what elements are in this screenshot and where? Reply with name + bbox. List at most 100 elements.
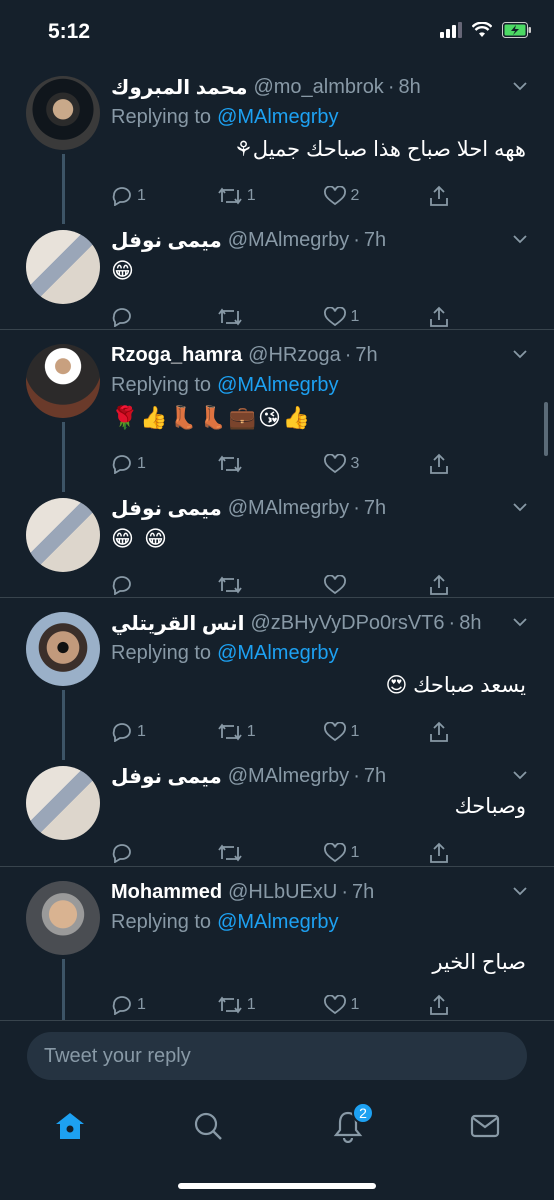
like-button[interactable]: 2 bbox=[323, 181, 429, 211]
retweet-button[interactable]: 1 bbox=[217, 181, 323, 211]
caret-down-icon[interactable] bbox=[512, 79, 528, 93]
tab-messages[interactable] bbox=[455, 1104, 515, 1148]
retweet-button[interactable] bbox=[217, 838, 323, 868]
display-name[interactable]: Rzoga_hamra bbox=[111, 344, 242, 367]
tweet-item[interactable]: ميمى نوفل @MAlmegrby · 7h 😁 😁 bbox=[0, 492, 554, 597]
tweet-actions: 1 1 1 bbox=[111, 990, 534, 1020]
display-name[interactable]: محمد المبروك bbox=[111, 75, 247, 100]
search-icon bbox=[194, 1112, 222, 1140]
retweet-button[interactable]: 1 bbox=[217, 990, 323, 1020]
tab-search[interactable] bbox=[178, 1104, 238, 1148]
display-name[interactable]: ميمى نوفل bbox=[111, 496, 222, 521]
separator-dot: · bbox=[448, 611, 456, 634]
caret-down-icon[interactable] bbox=[512, 884, 528, 898]
tweet-actions: 1 3 bbox=[111, 449, 534, 479]
caret-down-icon[interactable] bbox=[512, 232, 528, 246]
mention-link[interactable]: @MAlmegrby bbox=[217, 642, 338, 665]
display-name[interactable]: ميمى نوفل bbox=[111, 228, 222, 253]
separator-dot: · bbox=[387, 75, 395, 98]
mention-link[interactable]: @MAlmegrby bbox=[217, 106, 338, 129]
reply-button[interactable]: 1 bbox=[111, 181, 217, 211]
reply-input[interactable] bbox=[27, 1032, 527, 1080]
mention-link[interactable]: @MAlmegrby bbox=[217, 374, 338, 397]
retweet-icon bbox=[218, 576, 242, 594]
retweet-icon bbox=[218, 187, 242, 205]
tweet-item[interactable]: انس القريتلي @zBHyVyDPo0rsVT6 · 8h Reply… bbox=[0, 600, 554, 760]
reply-button[interactable] bbox=[111, 302, 217, 332]
share-button[interactable] bbox=[428, 990, 534, 1020]
like-count: 2 bbox=[350, 187, 360, 204]
battery-icon bbox=[502, 22, 531, 38]
handle: @mo_almbrok bbox=[253, 75, 384, 98]
like-button[interactable]: 1 bbox=[323, 990, 429, 1020]
tweet-item[interactable]: Mohammed @HLbUExU · 7h Replying to @MAlme… bbox=[0, 869, 554, 1020]
tweet-text: 😁 😁 bbox=[111, 526, 169, 551]
display-name[interactable]: Mohammed bbox=[111, 881, 222, 904]
reply-button[interactable]: 1 bbox=[111, 717, 217, 747]
home-indicator[interactable] bbox=[178, 1183, 376, 1189]
share-button[interactable] bbox=[428, 717, 534, 747]
tweet-item[interactable]: ميمى نوفل @MAlmegrby · 7h 😁 1 bbox=[0, 224, 554, 329]
reply-icon bbox=[112, 996, 131, 1015]
share-button[interactable] bbox=[428, 449, 534, 479]
tweet-header: ميمى نوفل @MAlmegrby · 7h bbox=[111, 226, 534, 254]
tweet-time: 7h bbox=[363, 764, 387, 787]
retweet-button[interactable]: 1 bbox=[217, 717, 323, 747]
replying-to: Replying to @MAlmegrby bbox=[111, 101, 534, 133]
share-icon bbox=[430, 842, 449, 863]
tweet-item[interactable]: ميمى نوفل @MAlmegrby · 7h وصباحك 1 bbox=[0, 760, 554, 865]
mention-link[interactable]: @MAlmegrby bbox=[217, 911, 338, 934]
reply-button[interactable]: 1 bbox=[111, 449, 217, 479]
tweet-body: انس القريتلي @zBHyVyDPo0rsVT6 · 8h Reply… bbox=[111, 609, 534, 742]
avatar[interactable] bbox=[26, 612, 100, 686]
status-icons bbox=[440, 22, 532, 38]
tweet-text: 😁 bbox=[111, 258, 136, 283]
caret-down-icon[interactable] bbox=[512, 347, 528, 361]
tweet-header: انس القريتلي @zBHyVyDPo0rsVT6 · 8h bbox=[111, 609, 534, 637]
display-name[interactable]: انس القريتلي bbox=[111, 611, 244, 636]
replying-prefix: Replying to bbox=[111, 641, 212, 664]
display-name[interactable]: ميمى نوفل bbox=[111, 764, 222, 789]
retweet-icon bbox=[218, 723, 242, 741]
thread-line bbox=[62, 959, 65, 1020]
avatar[interactable] bbox=[26, 881, 100, 955]
caret-down-icon[interactable] bbox=[512, 615, 528, 629]
tab-home[interactable] bbox=[40, 1104, 100, 1148]
like-button[interactable] bbox=[323, 570, 429, 600]
avatar[interactable] bbox=[26, 766, 100, 840]
reply-count: 1 bbox=[137, 455, 146, 472]
reply-button[interactable] bbox=[111, 838, 217, 868]
like-button[interactable]: 1 bbox=[323, 717, 429, 747]
like-button[interactable]: 3 bbox=[323, 449, 429, 479]
retweet-icon bbox=[218, 455, 242, 473]
share-button[interactable] bbox=[428, 570, 534, 600]
avatar[interactable] bbox=[26, 230, 100, 304]
tweet-item[interactable]: Rzoga_hamra @HRzoga · 7h Replying to @MAl… bbox=[0, 332, 554, 492]
caret-down-icon[interactable] bbox=[512, 768, 528, 782]
avatar[interactable] bbox=[26, 76, 100, 150]
reply-button[interactable] bbox=[111, 570, 217, 600]
avatar[interactable] bbox=[26, 344, 100, 418]
reply-button[interactable]: 1 bbox=[111, 990, 217, 1020]
share-button[interactable] bbox=[428, 181, 534, 211]
share-button[interactable] bbox=[428, 838, 534, 868]
tweet-feed[interactable]: محمد المبروك @mo_almbrok · 8h Replying t… bbox=[0, 64, 554, 1020]
tweet-body: Mohammed @HLbUExU · 7h Replying to @MAlme… bbox=[111, 878, 534, 1015]
caret-down-icon[interactable] bbox=[512, 500, 528, 514]
avatar[interactable] bbox=[26, 498, 100, 572]
like-icon bbox=[323, 575, 346, 595]
tweet-header: ميمى نوفل @MAlmegrby · 7h bbox=[111, 494, 534, 522]
retweet-button[interactable] bbox=[217, 570, 323, 600]
tweet-time: 7h bbox=[352, 880, 375, 903]
share-button[interactable] bbox=[428, 302, 534, 332]
retweet-button[interactable] bbox=[217, 449, 323, 479]
retweet-button[interactable] bbox=[217, 302, 323, 332]
like-count: 1 bbox=[350, 308, 360, 325]
like-button[interactable]: 1 bbox=[323, 838, 429, 868]
handle: @MAlmegrby bbox=[227, 228, 350, 251]
scrollbar[interactable] bbox=[544, 402, 548, 456]
messages-icon bbox=[470, 1114, 500, 1138]
reply-icon bbox=[112, 844, 131, 863]
tweet-item[interactable]: محمد المبروك @mo_almbrok · 8h Replying t… bbox=[0, 64, 554, 224]
like-button[interactable]: 1 bbox=[323, 302, 429, 332]
